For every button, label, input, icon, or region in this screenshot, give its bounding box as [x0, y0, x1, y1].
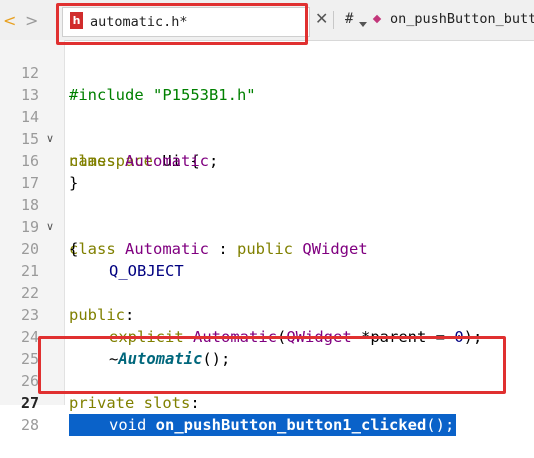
code-line[interactable]: 13	[0, 62, 534, 104]
code-line[interactable]: 14 ∨ namespace Ui {	[0, 84, 534, 170]
function-icon	[372, 14, 382, 24]
close-icon[interactable]: ✕	[315, 9, 328, 28]
chevron-left-icon[interactable]: <	[3, 11, 16, 30]
chevron-down-icon[interactable]	[359, 22, 367, 27]
highlight-box-tab	[56, 3, 308, 45]
code-line[interactable]: 17	[0, 150, 534, 192]
code-line[interactable]: 15 class Automatic;	[0, 106, 534, 170]
selected-text[interactable]: void on_pushButton_button1_clicked();	[69, 414, 457, 436]
code-line[interactable]: 23 explicit Automatic(QWidget *parent = …	[0, 282, 534, 346]
code-line[interactable]: 24 ~Automatic();	[0, 304, 534, 368]
code-line[interactable]: 28	[0, 392, 534, 434]
code-text: ();	[426, 416, 455, 434]
code-line[interactable]: 16 }	[0, 128, 534, 192]
tab-separator	[333, 11, 334, 29]
chevron-right-icon[interactable]: >	[25, 11, 38, 30]
code-line[interactable]: 22 public:	[0, 260, 534, 324]
symbol-hash-icon[interactable]: #	[345, 11, 353, 27]
code-line[interactable]: 19 {	[0, 194, 534, 258]
line-number: 28	[20, 416, 39, 434]
code-line[interactable]: 21	[0, 238, 534, 280]
highlight-box-slots	[38, 336, 506, 394]
function-name: on_pushButton_button1_clicked	[155, 416, 427, 434]
code-line[interactable]: 20 Q_OBJECT	[0, 216, 534, 280]
function-selector[interactable]: on_pushButton_butt	[390, 11, 534, 27]
code-line[interactable]: 18 ∨ class Automatic : public QWidget	[0, 172, 534, 258]
keyword: void	[109, 416, 147, 434]
